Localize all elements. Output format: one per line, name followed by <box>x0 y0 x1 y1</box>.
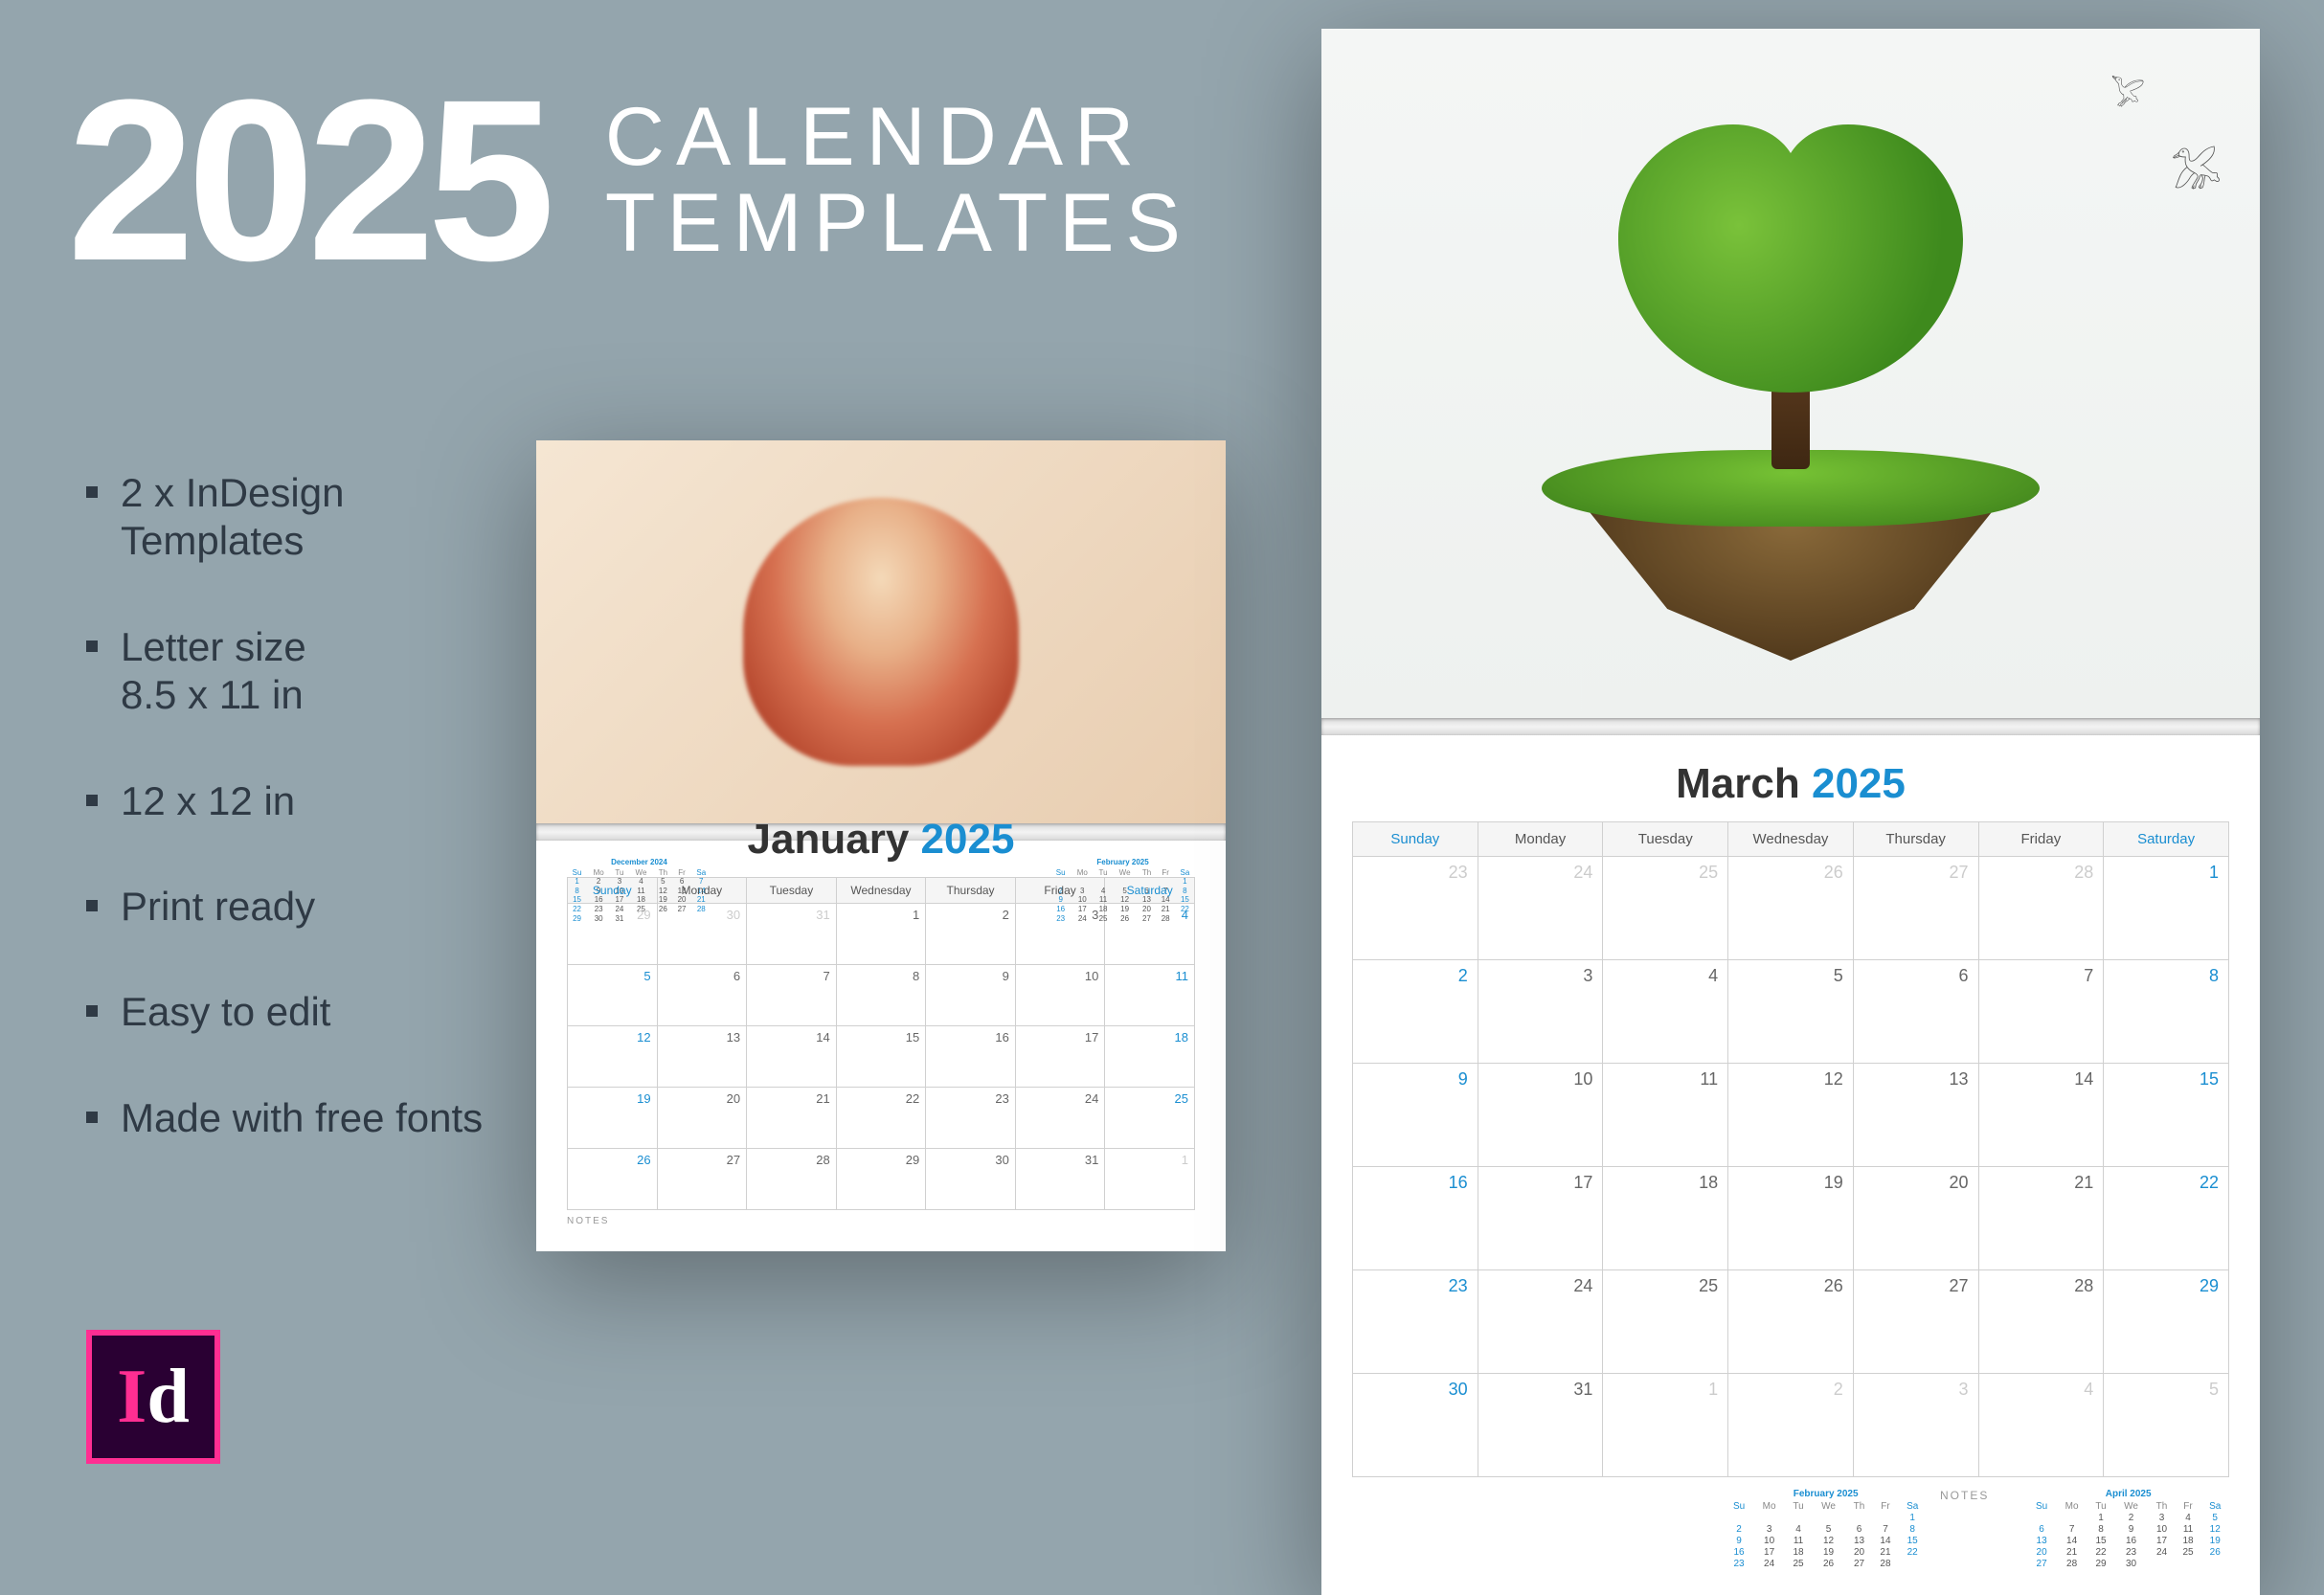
spiral-hinge <box>1321 718 2260 735</box>
calendar-mockup-letter: December 2024SuMoTuWeThFrSa1234567891011… <box>536 440 1226 1251</box>
minical-next: April 2025SuMoTuWeThFrSa1234567891011121… <box>2027 1489 2229 1570</box>
indesign-icon: Id <box>117 1354 190 1441</box>
calendar-grid: SundayMondayTuesdayWednesdayThursdayFrid… <box>1352 821 2229 1477</box>
indesign-badge: Id <box>86 1330 220 1464</box>
headline-year: 2025 <box>67 77 548 283</box>
month-header: March 2025 <box>1352 760 2229 808</box>
calendar-mockup-square: 𓅯 𓅮 March 2025 SundayMondayTuesdayWednes… <box>1321 29 2260 1595</box>
minical-row-bottom: February 2025SuMoTuWeThFrSa1234567891011… <box>1352 1489 2229 1570</box>
feature-list: 2 x InDesignTemplates Letter size8.5 x 11… <box>86 469 483 1200</box>
feature-item: Easy to edit <box>86 988 483 1036</box>
feature-item: 12 x 12 in <box>86 777 483 825</box>
bird-icon: 𓅯 <box>2110 67 2145 115</box>
feature-item: Letter size8.5 x 11 in <box>86 623 483 720</box>
headline-line2: TEMPLATES <box>605 180 1192 266</box>
mockup-letter-calendar: December 2024SuMoTuWeThFrSa1234567891011… <box>536 841 1226 1251</box>
notes-label: NOTES <box>567 1216 1195 1226</box>
mockup-letter-photo <box>536 440 1226 823</box>
month-header: January 2025 <box>567 816 1195 864</box>
month-year: 2025 <box>1812 760 1906 807</box>
feature-item: Print ready <box>86 883 483 931</box>
headline-title: CALENDAR TEMPLATES <box>605 94 1192 267</box>
month-year: 2025 <box>921 816 1015 863</box>
bird-icon: 𓅮 <box>2171 134 2222 201</box>
calendar-grid: SundayMondayTuesdayWednesdayThursdayFrid… <box>567 877 1195 1210</box>
heart-tree-illustration <box>1523 124 2059 622</box>
minical-prev: February 2025SuMoTuWeThFrSa1234567891011… <box>1725 1489 1927 1570</box>
headline-line1: CALENDAR <box>605 94 1192 180</box>
mockup-square-calendar: March 2025 SundayMondayTuesdayWednesdayT… <box>1321 735 2260 1595</box>
month-name: March <box>1676 760 1800 807</box>
notes-label: NOTES <box>1940 1489 1989 1502</box>
feature-item: Made with free fonts <box>86 1094 483 1142</box>
headline: 2025 CALENDAR TEMPLATES <box>67 77 1192 283</box>
feature-item: 2 x InDesignTemplates <box>86 469 483 566</box>
month-name: January <box>748 816 910 863</box>
mockup-square-photo: 𓅯 𓅮 <box>1321 29 2260 718</box>
